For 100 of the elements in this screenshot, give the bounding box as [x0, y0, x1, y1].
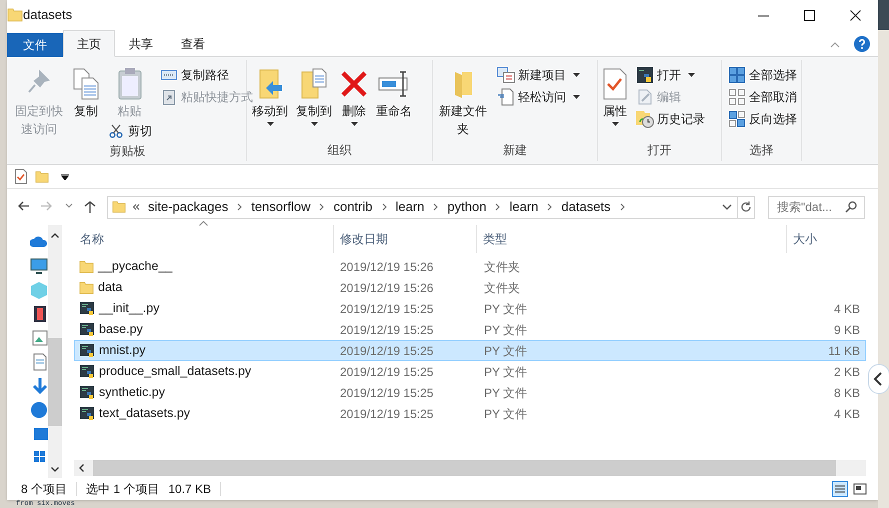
properties-icon — [15, 169, 27, 184]
chevron-icon — [382, 203, 386, 211]
ribbon-tab[interactable]: 主页 — [63, 30, 115, 57]
chevron-icon — [495, 203, 500, 211]
scroll-left-icon — [79, 464, 84, 472]
ribbon-button[interactable]: 全部取消 — [726, 86, 799, 108]
ribbon-button[interactable]: 历史记录 — [634, 108, 707, 130]
python-file-icon — [79, 364, 95, 380]
breadcrumb-link[interactable]: tensorflow — [251, 197, 310, 217]
file-row[interactable]: data 2019/12/19 15:26 文件夹 — [74, 277, 866, 298]
chevron-icon — [237, 203, 242, 211]
ribbon-button[interactable]: 复制路径 — [158, 64, 255, 86]
file-name: mnist.py — [99, 342, 146, 360]
file-row[interactable]: __init__.py 2019/12/19 15:25 PY 文件 4 KB — [74, 298, 866, 319]
up-icon[interactable] — [83, 200, 97, 214]
date-cell: 2019/12/19 15:25 — [340, 406, 434, 420]
group-label: 打开 — [646, 142, 672, 159]
file-row[interactable]: text_datasets.py 2019/12/19 15:25 PY 文件 4 KB — [74, 403, 866, 424]
computer-icon — [30, 257, 48, 275]
folder-icon — [35, 168, 49, 184]
close-icon[interactable] — [850, 10, 860, 20]
selection-size: 10.7 KB — [168, 481, 212, 498]
file-row[interactable]: base.py 2019/12/19 15:25 PY 文件 9 KB — [74, 319, 866, 340]
ribbon-button[interactable]: 反向选择 — [726, 108, 799, 130]
breadcrumb-link[interactable]: learn — [509, 197, 538, 217]
collapse-ribbon-icon — [830, 42, 840, 48]
file-row[interactable]: __pycache__ 2019/12/19 15:26 文件夹 — [74, 256, 866, 277]
customize-icon — [61, 174, 69, 180]
breadcrumb-link[interactable]: datasets — [561, 197, 611, 217]
breadcrumb-link[interactable]: python — [447, 197, 486, 217]
date-cell: 2019/12/19 15:25 — [340, 322, 434, 336]
type-cell: 文件夹 — [484, 280, 520, 294]
ribbon-button[interactable]: 轻松访问 — [495, 86, 582, 108]
size-cell-text: 9 KB — [834, 322, 860, 338]
delete-icon — [340, 70, 368, 98]
scroll-bar[interactable] — [74, 460, 866, 476]
ribbon-tab[interactable]: 共享 — [115, 32, 167, 56]
ribbon-tab[interactable]: 查看 — [167, 32, 219, 56]
search-field[interactable]: 搜索"dat... — [768, 196, 865, 218]
file-name: __pycache__ — [98, 258, 172, 276]
ribbon-button[interactable]: 剪切 — [105, 120, 154, 142]
breadcrumb-link[interactable]: site-packages — [148, 197, 228, 217]
copy-icon — [72, 67, 100, 101]
file-name: data — [98, 279, 122, 296]
file-row[interactable]: mnist.py 2019/12/19 15:25 PY 文件 11 KB — [74, 340, 866, 361]
file-name: base.py — [99, 321, 143, 338]
group-label: 剪贴板 — [108, 143, 146, 160]
new-item-icon — [497, 67, 515, 83]
date-cell: 2019/12/19 15:26 — [340, 280, 434, 294]
breadcrumb-link[interactable]: learn — [396, 197, 424, 217]
python-file-icon — [79, 342, 95, 358]
select-none-icon — [729, 89, 745, 105]
search-icon — [845, 200, 857, 212]
ribbon-button[interactable]: 打开 — [634, 64, 707, 86]
python-file-icon — [79, 300, 95, 316]
type-cell: PY 文件 — [484, 302, 528, 316]
item-count: 8 个项目 — [21, 481, 68, 498]
date-cell: 2019/12/19 15:26 — [340, 260, 434, 274]
column-header[interactable]: 类型 — [477, 225, 787, 253]
ribbon-button[interactable]: 重命名 — [373, 64, 415, 120]
size-cell-text: 8 KB — [834, 384, 860, 402]
group-label: 组织 — [326, 142, 352, 159]
file-row[interactable]: synthetic.py 2019/12/19 15:25 PY 文件 8 KB — [74, 382, 866, 403]
chevron-icon — [620, 203, 625, 211]
size-cell-text: 4 KB — [834, 406, 860, 422]
dropdown-icon — [722, 204, 732, 210]
windows-icon — [34, 451, 46, 463]
ribbon-button[interactable]: 属性 — [600, 64, 630, 126]
column-header[interactable]: 修改日期 — [334, 225, 477, 253]
shortcut-icon — [163, 89, 175, 105]
refresh-icon[interactable] — [740, 201, 752, 213]
ribbon-button[interactable]: 全部选择 — [726, 64, 799, 86]
column-header[interactable]: 名称 — [74, 225, 334, 253]
ribbon-button[interactable]: 复制 — [69, 64, 103, 120]
file-name: produce_small_datasets.py — [99, 363, 252, 380]
selection-info: 选中 1 个项目 — [86, 481, 160, 498]
maximize-icon[interactable] — [804, 10, 814, 20]
chevron-icon — [547, 203, 552, 211]
chevron-icon — [433, 203, 438, 211]
date-cell: 2019/12/19 15:25 — [340, 302, 434, 316]
ribbon-button[interactable]: 新建文件夹 — [435, 64, 491, 138]
python-file-icon — [79, 406, 95, 422]
scroll-bar[interactable] — [48, 225, 62, 478]
clipboard-icon — [116, 67, 142, 101]
ribbon-button[interactable]: 复制到 — [293, 64, 335, 126]
file-name: synthetic.py — [99, 384, 166, 402]
ribbon-tab[interactable]: 文件 — [7, 33, 63, 57]
scroll-up-icon — [51, 233, 59, 238]
file-row[interactable]: produce_small_datasets.py 2019/12/19 15:25 PY 文件 2 KB — [74, 361, 866, 382]
breadcrumb-link[interactable]: contrib — [333, 197, 372, 217]
file-name: text_datasets.py — [99, 405, 190, 422]
ribbon-button[interactable]: 新建项目 — [495, 64, 582, 86]
folder-icon — [112, 199, 126, 215]
ribbon-button[interactable]: 删除 — [337, 64, 371, 126]
column-header[interactable]: 大小 — [787, 225, 859, 253]
type-cell: PY 文件 — [484, 406, 528, 420]
python-file-icon — [79, 322, 95, 338]
python-file-icon — [79, 384, 95, 400]
address-bar[interactable]: site-packages tensorflow contrib learn python learn datasets — [107, 196, 755, 218]
size-cell-text: 2 KB — [834, 364, 860, 380]
